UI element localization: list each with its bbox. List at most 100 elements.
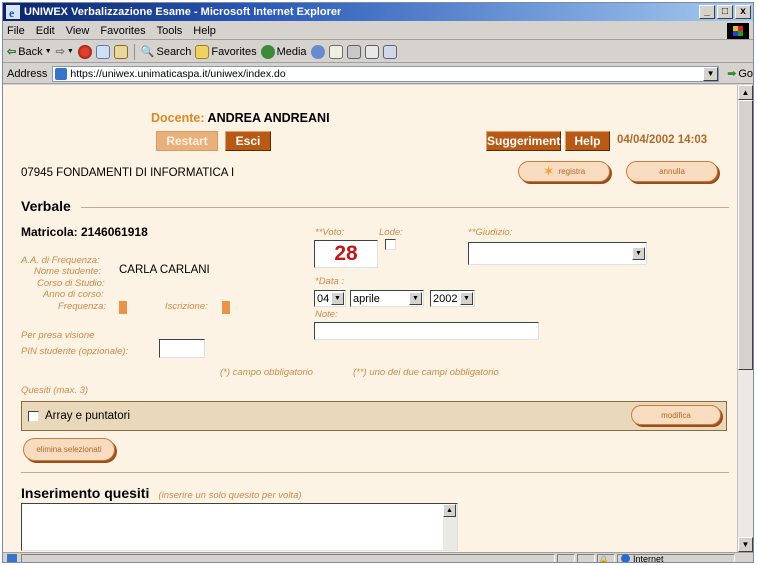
- day-select[interactable]: 04 ▼: [314, 290, 346, 307]
- status-page-icon: [7, 554, 17, 562]
- course-name: 07945 FONDAMENTI DI INFORMATICA I: [21, 167, 235, 179]
- matricola: Matricola: 2146061918: [21, 225, 148, 239]
- quesito-checkbox[interactable]: [28, 411, 39, 422]
- stop-icon[interactable]: [77, 44, 92, 59]
- month-select[interactable]: aprile ▼: [350, 290, 424, 307]
- windows-logo-icon: [727, 23, 749, 39]
- menu-view[interactable]: View: [66, 25, 90, 37]
- docente-name: ANDREA ANDREANI: [207, 111, 330, 125]
- lode-checkbox[interactable]: [385, 239, 396, 250]
- zone-indicator: Internet: [617, 553, 735, 562]
- status-message: [21, 553, 555, 562]
- scroll-up-icon[interactable]: ▲: [738, 85, 753, 100]
- modifica-button[interactable]: modifica: [631, 405, 721, 425]
- go-button[interactable]: ➡ Go: [727, 67, 753, 81]
- presa-visione-label: Per presa visione: [21, 330, 95, 341]
- minimize-button[interactable]: _: [699, 5, 715, 19]
- quesiti-label: Quesiti (max. 3): [21, 385, 89, 396]
- favorites-button[interactable]: Favorites: [195, 44, 257, 59]
- quesito-textarea[interactable]: ▲: [21, 503, 458, 551]
- menu-edit[interactable]: Edit: [36, 25, 55, 37]
- mail-icon[interactable]: [328, 44, 343, 59]
- home-icon[interactable]: [113, 44, 128, 59]
- sparkle-icon: ✶: [542, 163, 555, 179]
- verbale-title: Verbale: [21, 198, 71, 214]
- giudizio-select[interactable]: ▼: [468, 242, 647, 265]
- scroll-up-icon[interactable]: ▲: [443, 504, 456, 517]
- frequenza-label: Frequenza:: [58, 301, 107, 312]
- datetime: 04/04/2002 14:03: [617, 134, 708, 146]
- media-icon: [260, 44, 275, 59]
- menu-bar: File Edit View Favorites Tools Help: [3, 22, 753, 40]
- chevron-down-icon: ▼: [331, 292, 344, 305]
- quesito-label: Array e puntatori: [45, 410, 131, 422]
- esci-button[interactable]: Esci: [225, 131, 271, 151]
- textarea-scrollbar[interactable]: ▲: [443, 504, 457, 550]
- note-input[interactable]: [314, 322, 539, 340]
- print-icon[interactable]: [346, 44, 361, 59]
- go-label: Go: [738, 67, 753, 80]
- nome-label: Nome studente:: [34, 266, 102, 277]
- registra-label: registra: [558, 167, 586, 176]
- discuss-icon[interactable]: [382, 44, 397, 59]
- address-bar: Address https://uniwex.unimaticaspa.it/u…: [3, 64, 753, 84]
- search-icon: 🔍: [140, 46, 155, 58]
- refresh-icon[interactable]: [95, 44, 110, 59]
- search-button[interactable]: 🔍 Search: [140, 45, 192, 59]
- media-button[interactable]: Media: [260, 44, 307, 59]
- lock-icon: 🔒: [597, 553, 615, 562]
- address-input[interactable]: https://uniwex.unimaticaspa.it/uniwex/in…: [52, 65, 720, 82]
- chevron-down-icon: ▼: [460, 292, 473, 305]
- note-label: Note:: [315, 309, 338, 320]
- elimina-selezionati-button[interactable]: elimina selezionati: [23, 438, 115, 461]
- window-title: UNIWEX Verbalizzazione Esame - Microsoft…: [24, 6, 342, 18]
- restart-button[interactable]: Restart: [156, 131, 218, 151]
- pin-label: PIN studente (opzionale):: [21, 346, 129, 357]
- inserimento-title: Inserimento quesiti: [21, 485, 150, 501]
- title-bar: e UNIWEX Verbalizzazione Esame - Microso…: [3, 3, 753, 21]
- day-value: 04: [317, 292, 330, 305]
- data-label: *Data :: [315, 276, 345, 287]
- forward-arrow-icon: ⇨: [55, 46, 65, 58]
- globe-icon: [621, 554, 630, 562]
- menu-favorites[interactable]: Favorites: [100, 25, 145, 37]
- suggerimenti-button[interactable]: Suggerimenti: [486, 131, 564, 151]
- help-button[interactable]: Help: [565, 131, 610, 151]
- year-value: 2002: [433, 292, 458, 305]
- maximize-button[interactable]: □: [717, 5, 733, 19]
- status-cell: [557, 553, 575, 562]
- edit-icon[interactable]: [364, 44, 379, 59]
- address-url: https://uniwex.unimaticaspa.it/uniwex/in…: [70, 67, 286, 80]
- year-select[interactable]: 2002 ▼: [430, 290, 475, 307]
- registra-button[interactable]: ✶ registra: [518, 161, 610, 182]
- media-label: Media: [276, 45, 307, 58]
- back-button[interactable]: ⇦ Back ▼: [7, 45, 52, 59]
- giudizio-label: **Giudizio:: [468, 227, 513, 238]
- corso-label: Corso di Studio:: [37, 278, 105, 289]
- aa-label: A.A. di Frequenza:: [21, 255, 100, 266]
- month-value: aprile: [353, 292, 380, 305]
- go-arrow-icon: ➡: [727, 68, 737, 80]
- inserimento-hint: (inserire un solo quesito per volta): [158, 490, 302, 501]
- close-button[interactable]: x: [735, 5, 751, 19]
- favorites-label: Favorites: [211, 45, 257, 58]
- voto-input[interactable]: 28: [314, 240, 378, 268]
- browser-window: e UNIWEX Verbalizzazione Esame - Microso…: [2, 2, 754, 563]
- back-label: Back: [18, 45, 43, 58]
- annulla-button[interactable]: annulla: [626, 161, 718, 182]
- address-dropdown-button[interactable]: ▼: [703, 66, 719, 81]
- iscrizione-indicator: [222, 301, 230, 314]
- pin-input[interactable]: [159, 339, 205, 358]
- forward-button[interactable]: ⇨ ▼: [56, 45, 74, 58]
- page-scrollbar[interactable]: ▲ ▼: [737, 85, 753, 552]
- lode-label: Lode:: [379, 227, 403, 238]
- menu-help[interactable]: Help: [193, 25, 216, 37]
- menu-file[interactable]: File: [7, 25, 25, 37]
- menu-tools[interactable]: Tools: [157, 25, 183, 37]
- scroll-thumb[interactable]: [738, 100, 753, 370]
- svg-text:e: e: [9, 6, 15, 19]
- history-icon[interactable]: [310, 44, 325, 59]
- back-arrow-icon: ⇦: [7, 46, 17, 58]
- scroll-down-icon[interactable]: ▼: [738, 537, 753, 552]
- voto-label: **Voto:: [315, 227, 345, 238]
